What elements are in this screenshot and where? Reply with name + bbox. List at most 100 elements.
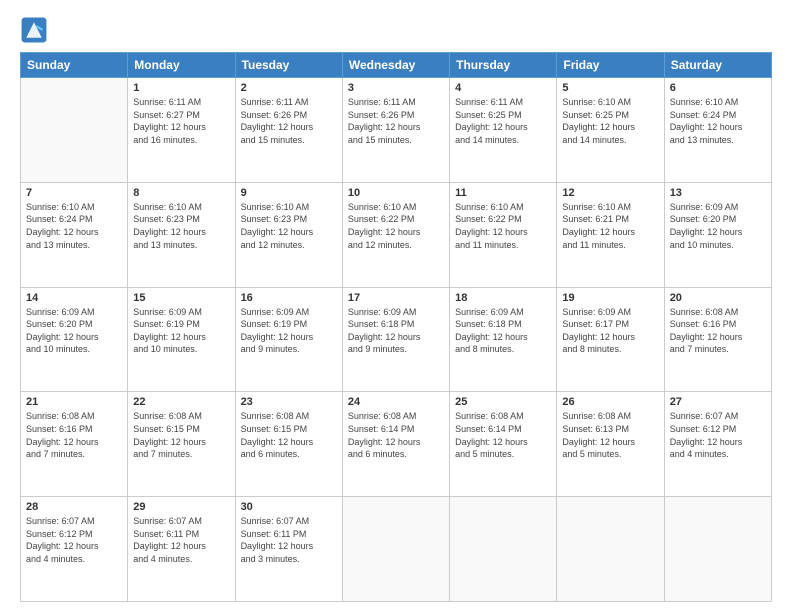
calendar-cell: 12 Sunrise: 6:10 AM Sunset: 6:21 PM Dayli… [557,182,664,287]
calendar-cell: 5 Sunrise: 6:10 AM Sunset: 6:25 PM Daylig… [557,78,664,183]
calendar-cell [557,497,664,602]
header [20,16,772,44]
calendar-cell: 9 Sunrise: 6:10 AM Sunset: 6:23 PM Daylig… [235,182,342,287]
day-number: 29 [133,501,229,513]
day-info: Sunrise: 6:08 AM Sunset: 6:16 PM Dayligh… [670,306,766,356]
day-number: 17 [348,292,444,304]
day-number: 13 [670,187,766,199]
calendar-cell: 14Sunrise: 6:09 AM Sunset: 6:20 PM Dayli… [21,287,128,392]
day-info: Sunrise: 6:08 AM Sunset: 6:15 PM Dayligh… [241,410,337,460]
day-info: Sunrise: 6:08 AM Sunset: 6:15 PM Dayligh… [133,410,229,460]
day-number: 21 [26,396,122,408]
calendar-week-row: 21Sunrise: 6:08 AM Sunset: 6:16 PM Dayli… [21,392,772,497]
day-info: Sunrise: 6:10 AM Sunset: 6:23 PM Dayligh… [241,201,337,251]
day-number: 7 [26,187,122,199]
calendar-cell: 20 Sunrise: 6:08 AM Sunset: 6:16 PM Dayli… [664,287,771,392]
calendar-cell: 15 Sunrise: 6:09 AM Sunset: 6:19 PM Dayli… [128,287,235,392]
calendar-week-row: 14Sunrise: 6:09 AM Sunset: 6:20 PM Dayli… [21,287,772,392]
calendar-header-row: SundayMondayTuesdayWednesdayThursdayFrid… [21,53,772,78]
day-number: 1 [133,82,229,94]
day-info: Sunrise: 6:07 AM Sunset: 6:11 PM Dayligh… [133,515,229,565]
logo [20,16,52,44]
day-info: Sunrise: 6:10 AM Sunset: 6:22 PM Dayligh… [455,201,551,251]
calendar-cell: 4Sunrise: 6:11 AM Sunset: 6:25 PM Daylig… [450,78,557,183]
day-info: Sunrise: 6:10 AM Sunset: 6:23 PM Dayligh… [133,201,229,251]
day-info: Sunrise: 6:09 AM Sunset: 6:20 PM Dayligh… [670,201,766,251]
calendar-cell: 16 Sunrise: 6:09 AM Sunset: 6:19 PM Dayli… [235,287,342,392]
logo-icon [20,16,48,44]
calendar-week-row: 1 Sunrise: 6:11 AM Sunset: 6:27 PM Daylig… [21,78,772,183]
day-number: 22 [133,396,229,408]
day-number: 24 [348,396,444,408]
day-info: Sunrise: 6:07 AM Sunset: 6:12 PM Dayligh… [670,410,766,460]
day-number: 25 [455,396,551,408]
day-number: 23 [241,396,337,408]
day-info: Sunrise: 6:08 AM Sunset: 6:13 PM Dayligh… [562,410,658,460]
day-number: 11 [455,187,551,199]
day-info: Sunrise: 6:07 AM Sunset: 6:12 PM Dayligh… [26,515,122,565]
calendar-cell: 1 Sunrise: 6:11 AM Sunset: 6:27 PM Daylig… [128,78,235,183]
calendar-cell: 29 Sunrise: 6:07 AM Sunset: 6:11 PM Dayli… [128,497,235,602]
calendar-week-row: 7 Sunrise: 6:10 AM Sunset: 6:24 PM Daylig… [21,182,772,287]
day-number: 20 [670,292,766,304]
day-info: Sunrise: 6:09 AM Sunset: 6:18 PM Dayligh… [348,306,444,356]
day-info: Sunrise: 6:09 AM Sunset: 6:19 PM Dayligh… [133,306,229,356]
day-info: Sunrise: 6:10 AM Sunset: 6:25 PM Dayligh… [562,96,658,146]
calendar-cell: 30 Sunrise: 6:07 AM Sunset: 6:11 PM Dayli… [235,497,342,602]
calendar-cell: 22 Sunrise: 6:08 AM Sunset: 6:15 PM Dayli… [128,392,235,497]
calendar-week-row: 28 Sunrise: 6:07 AM Sunset: 6:12 PM Dayli… [21,497,772,602]
calendar-table: SundayMondayTuesdayWednesdayThursdayFrid… [20,52,772,602]
day-info: Sunrise: 6:09 AM Sunset: 6:19 PM Dayligh… [241,306,337,356]
calendar-cell: 25 Sunrise: 6:08 AM Sunset: 6:14 PM Dayli… [450,392,557,497]
calendar-cell: 23 Sunrise: 6:08 AM Sunset: 6:15 PM Dayli… [235,392,342,497]
day-info: Sunrise: 6:10 AM Sunset: 6:24 PM Dayligh… [26,201,122,251]
calendar-cell [342,497,449,602]
weekday-header: Wednesday [342,53,449,78]
day-number: 9 [241,187,337,199]
calendar-cell: 17 Sunrise: 6:09 AM Sunset: 6:18 PM Dayli… [342,287,449,392]
day-info: Sunrise: 6:11 AM Sunset: 6:27 PM Dayligh… [133,96,229,146]
day-number: 12 [562,187,658,199]
calendar-cell: 11 Sunrise: 6:10 AM Sunset: 6:22 PM Dayli… [450,182,557,287]
calendar-cell: 21Sunrise: 6:08 AM Sunset: 6:16 PM Dayli… [21,392,128,497]
day-number: 27 [670,396,766,408]
calendar-cell: 24 Sunrise: 6:08 AM Sunset: 6:14 PM Dayli… [342,392,449,497]
weekday-header: Thursday [450,53,557,78]
day-info: Sunrise: 6:10 AM Sunset: 6:21 PM Dayligh… [562,201,658,251]
day-number: 28 [26,501,122,513]
calendar-cell: 13 Sunrise: 6:09 AM Sunset: 6:20 PM Dayli… [664,182,771,287]
day-info: Sunrise: 6:10 AM Sunset: 6:24 PM Dayligh… [670,96,766,146]
day-number: 10 [348,187,444,199]
weekday-header: Friday [557,53,664,78]
day-info: Sunrise: 6:09 AM Sunset: 6:18 PM Dayligh… [455,306,551,356]
day-info: Sunrise: 6:10 AM Sunset: 6:22 PM Dayligh… [348,201,444,251]
day-info: Sunrise: 6:11 AM Sunset: 6:25 PM Dayligh… [455,96,551,146]
weekday-header: Tuesday [235,53,342,78]
calendar-cell: 6 Sunrise: 6:10 AM Sunset: 6:24 PM Daylig… [664,78,771,183]
page: SundayMondayTuesdayWednesdayThursdayFrid… [0,0,792,612]
day-info: Sunrise: 6:09 AM Sunset: 6:17 PM Dayligh… [562,306,658,356]
day-number: 5 [562,82,658,94]
calendar-cell: 19 Sunrise: 6:09 AM Sunset: 6:17 PM Dayli… [557,287,664,392]
day-info: Sunrise: 6:08 AM Sunset: 6:14 PM Dayligh… [348,410,444,460]
calendar-cell: 3 Sunrise: 6:11 AM Sunset: 6:26 PM Daylig… [342,78,449,183]
day-number: 3 [348,82,444,94]
calendar-cell: 7 Sunrise: 6:10 AM Sunset: 6:24 PM Daylig… [21,182,128,287]
day-number: 15 [133,292,229,304]
day-info: Sunrise: 6:11 AM Sunset: 6:26 PM Dayligh… [348,96,444,146]
weekday-header: Sunday [21,53,128,78]
day-number: 16 [241,292,337,304]
day-number: 14 [26,292,122,304]
weekday-header: Saturday [664,53,771,78]
weekday-header: Monday [128,53,235,78]
day-info: Sunrise: 6:07 AM Sunset: 6:11 PM Dayligh… [241,515,337,565]
day-info: Sunrise: 6:08 AM Sunset: 6:14 PM Dayligh… [455,410,551,460]
calendar-cell [664,497,771,602]
calendar-cell [450,497,557,602]
calendar-cell: 28 Sunrise: 6:07 AM Sunset: 6:12 PM Dayli… [21,497,128,602]
day-number: 6 [670,82,766,94]
day-number: 26 [562,396,658,408]
calendar-cell: 26 Sunrise: 6:08 AM Sunset: 6:13 PM Dayli… [557,392,664,497]
day-number: 19 [562,292,658,304]
day-number: 30 [241,501,337,513]
